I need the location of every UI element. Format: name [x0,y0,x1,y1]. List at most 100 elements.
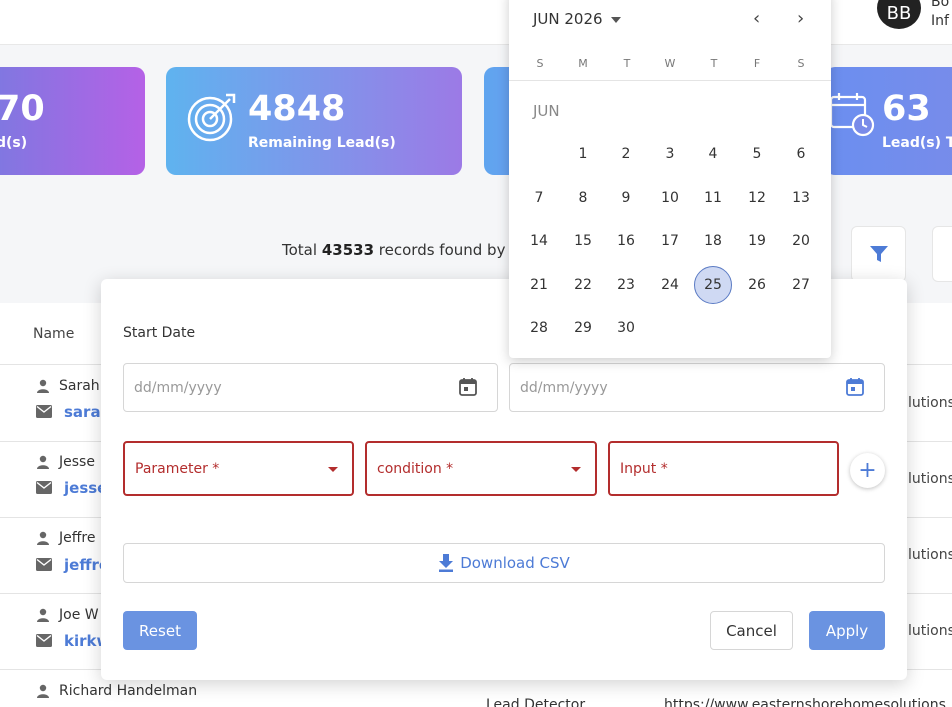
lead-website: lutions [908,623,952,639]
condition-label: condition * [377,461,454,477]
month-year-selector[interactable]: JUN 2026 [533,10,603,28]
parameter-select[interactable]: Parameter * [123,441,354,496]
add-filter-button[interactable]: + [850,453,885,488]
calendar-day[interactable]: 1 [564,135,602,173]
plus-icon: + [858,458,877,483]
calendar-day[interactable]: 7 [520,179,558,217]
person-icon [37,684,49,698]
apply-button[interactable]: Apply [809,611,885,650]
person-icon [37,608,49,622]
stat-card-remaining-leads: 4848 Remaining Lead(s) [166,67,462,175]
calendar-icon[interactable] [846,377,864,396]
prev-month-icon[interactable]: ‹ [753,8,760,29]
stat-label: Remaining Lead(s) [248,135,396,151]
end-date-input[interactable]: dd/mm/yyyy [509,363,885,412]
calendar-day[interactable]: 15 [564,222,602,260]
calendar-day[interactable]: 6 [782,135,820,173]
summary-prefix: Total [282,241,318,259]
weekday-label: S [797,57,805,70]
toolbar-button[interactable] [932,226,952,282]
stat-value: 63 [882,89,931,129]
calendar-day[interactable]: 11 [694,179,732,217]
records-summary: Total 43533 records found by fil [282,241,524,259]
mail-icon [36,558,52,571]
lead-website[interactable]: https://www.easternshorehomesolutions [664,697,946,707]
calendar-day[interactable]: 14 [520,222,558,260]
chevron-down-icon [571,467,581,472]
calendar-day[interactable]: 4 [694,135,732,173]
download-csv-button[interactable]: Download CSV [123,543,885,583]
lead-name: Richard Handelman [59,683,198,699]
user-role: Inf [931,13,949,29]
stat-label: d(s) [0,135,28,151]
mail-icon [36,481,52,494]
calendar-day-selected[interactable]: 25 [694,266,732,304]
column-header-name[interactable]: Name [33,326,74,342]
input-label: Input * [620,461,668,477]
lead-website: lutions [908,547,952,563]
calendar-day[interactable]: 28 [520,309,558,347]
download-icon [439,554,454,572]
person-icon [37,379,49,393]
lead-website: lutions [908,471,952,487]
person-icon [37,455,49,469]
calendar-day[interactable]: 27 [782,266,820,304]
user-name: Bo [931,0,950,10]
calendar-day[interactable]: 8 [564,179,602,217]
lead-name: Jesse [59,454,95,470]
calendar-day[interactable]: 23 [607,266,645,304]
calendar-day[interactable]: 16 [607,222,645,260]
reset-button[interactable]: Reset [123,611,197,650]
weekday-label: S [536,57,544,70]
filter-icon [869,246,888,262]
mail-icon [36,405,52,418]
weekday-label: M [578,57,588,70]
person-icon [37,531,49,545]
calendar-day[interactable]: 3 [651,135,689,173]
calendar-day[interactable]: 5 [738,135,776,173]
calendar-day[interactable]: 9 [607,179,645,217]
value-input[interactable]: Input * [608,441,839,496]
avatar-initials: BB [886,2,912,24]
month-label: JUN [533,102,560,120]
weekday-label: T [623,57,631,70]
lead-name: Jeffre [59,530,96,546]
calendar-day[interactable]: 17 [651,222,689,260]
calendar-day[interactable]: 12 [738,179,776,217]
calendar-day[interactable]: 13 [782,179,820,217]
calendar-day[interactable]: 2 [607,135,645,173]
lead-name: Sarah [59,378,100,394]
calendar-day[interactable]: 21 [520,266,558,304]
target-icon [187,93,236,142]
weekday-label: F [753,57,761,70]
calendar-icon[interactable] [459,377,477,396]
calendar-day[interactable]: 22 [564,266,602,304]
calendar-day[interactable]: 26 [738,266,776,304]
parameter-label: Parameter * [135,461,220,477]
next-month-icon[interactable]: › [797,8,804,29]
summary-suffix: records found by fil [378,241,524,259]
download-label: Download CSV [460,554,570,572]
calendar-day[interactable]: 19 [738,222,776,260]
calendar-day[interactable]: 20 [782,222,820,260]
end-date-placeholder: dd/mm/yyyy [520,380,608,396]
stat-label: Lead(s) Ti [882,135,952,151]
stat-value: 4848 [248,89,346,129]
date-picker: JUN 2026 ‹ › S M T W T F S JUN 123456789… [509,0,831,358]
calendar-day[interactable]: 29 [564,309,602,347]
calendar-day[interactable]: 10 [651,179,689,217]
chevron-down-icon [328,467,338,472]
weekday-label: T [710,57,718,70]
cancel-button[interactable]: Cancel [710,611,793,650]
filter-button[interactable] [851,226,906,282]
condition-select[interactable]: condition * [365,441,597,496]
lead-source: Lead Detector [486,697,586,707]
weekday-label: W [664,57,676,70]
summary-count: 43533 [321,241,375,259]
calendar-day[interactable]: 30 [607,309,645,347]
start-date-input[interactable]: dd/mm/yyyy [123,363,498,412]
caret-down-icon[interactable] [611,17,621,23]
calendar-day[interactable]: 18 [694,222,732,260]
lead-website: lutions [908,395,952,411]
calendar-day[interactable]: 24 [651,266,689,304]
